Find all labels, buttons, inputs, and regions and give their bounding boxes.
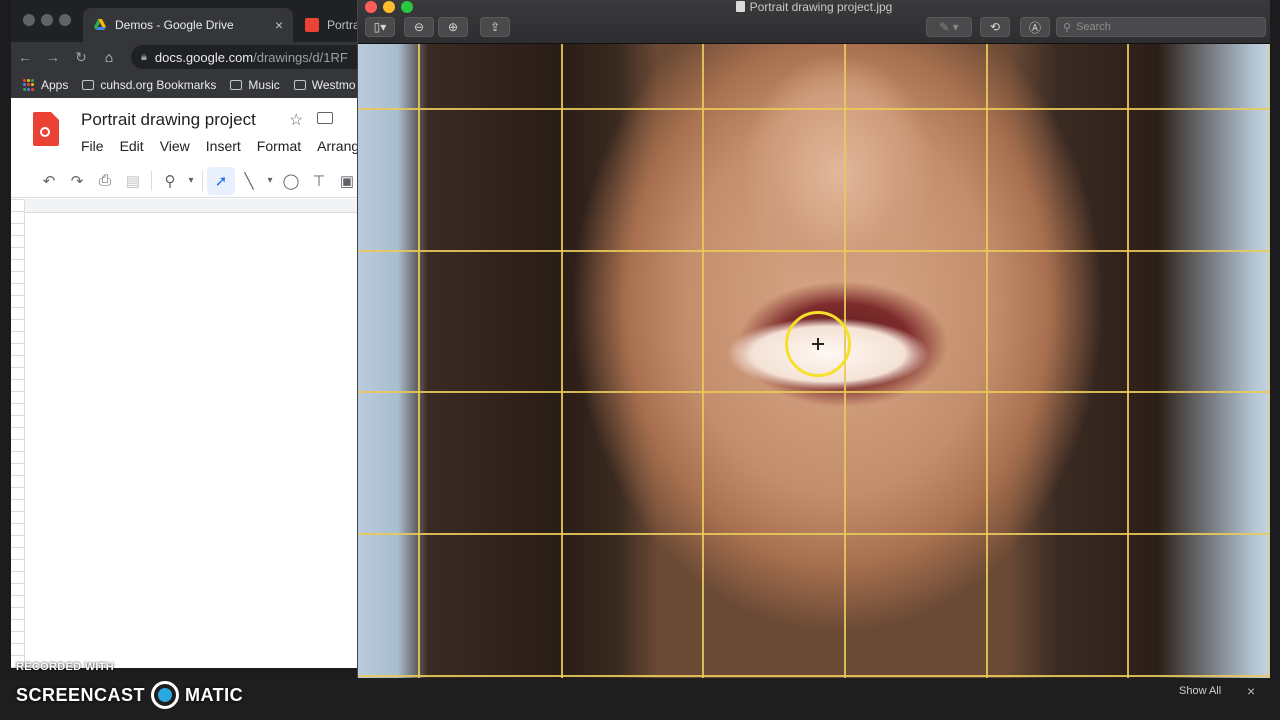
line-tool-icon[interactable]: ╲ <box>235 167 263 195</box>
show-all-button[interactable]: Show All <box>1179 685 1221 697</box>
google-drawings-icon <box>305 18 319 32</box>
markup-pen-button[interactable]: ✎ ▾ <box>926 17 972 37</box>
bookmark-label: Apps <box>41 78 69 92</box>
home-icon[interactable]: ⌂ <box>95 49 123 65</box>
jpg-file-icon <box>735 1 745 12</box>
bookmark-label: Music <box>248 78 280 92</box>
close-icon[interactable]: × <box>1247 683 1255 699</box>
preview-filename: Portrait drawing project.jpg <box>749 0 893 14</box>
undo-icon[interactable]: ↶ <box>35 167 63 195</box>
bookmark-apps[interactable]: Apps <box>23 78 68 92</box>
markup-toolbar-button[interactable]: Ⓐ <box>1020 17 1050 37</box>
google-drawings-logo[interactable] <box>33 112 59 146</box>
portrait-photo[interactable] <box>358 44 1270 678</box>
url-path: /drawings/d/1RF <box>253 49 348 65</box>
watermark-recorded-with: RECORDED WITH <box>16 661 115 673</box>
folder-icon <box>230 80 243 90</box>
toolbar-divider <box>202 170 203 191</box>
screencast-o-matic-watermark: SCREENCAST MATIC <box>16 681 243 709</box>
document-title[interactable]: Portrait drawing project <box>81 110 256 130</box>
share-button[interactable]: ⇪ <box>480 17 510 37</box>
desktop: Demos - Google Drive × Portrai ← → ↻ ⌂ 🔒… <box>0 0 1280 720</box>
search-icon: ⚲ <box>1063 21 1072 34</box>
grid-line-vertical <box>1269 44 1270 678</box>
chrome-window: Demos - Google Drive × Portrai ← → ↻ ⌂ 🔒… <box>11 0 371 668</box>
url-host: docs.google.com <box>154 49 254 65</box>
grid-line-horizontal <box>358 533 1270 535</box>
grid-line-vertical <box>986 44 988 678</box>
select-pointer-icon[interactable]: ➚ <box>207 166 235 195</box>
zoom-in-button[interactable]: ⊕ <box>438 17 468 37</box>
bookmark-westmo[interactable]: Westmo <box>293 78 356 92</box>
zoom-out-button[interactable]: ⊖ <box>404 17 434 37</box>
drawing-canvas[interactable] <box>25 213 371 668</box>
close-tab-icon[interactable]: × <box>275 17 283 33</box>
reload-icon[interactable]: ↻ <box>67 49 95 66</box>
paint-format-icon[interactable]: ▤ <box>119 167 147 195</box>
zoom-icon[interactable]: ⚲ <box>156 167 184 195</box>
sidebar-toggle-button[interactable]: ▯▾ <box>365 17 395 37</box>
shape-tool-icon[interactable]: ◯ <box>277 167 305 195</box>
text-box-icon[interactable]: ⊤ <box>305 167 333 195</box>
url-field[interactable]: 🔒︎ docs.google.com /drawings/d/1RF <box>131 45 371 69</box>
watermark-text-left: SCREENCAST <box>16 684 146 705</box>
lock-icon: 🔒︎ <box>141 50 147 63</box>
forward-arrow-icon[interactable]: → <box>39 49 67 65</box>
folder-icon <box>82 80 95 90</box>
grid-line-vertical <box>1127 44 1129 678</box>
redo-icon[interactable]: ↷ <box>63 167 91 195</box>
preview-title: Portrait drawing project.jpg <box>358 0 1270 14</box>
zoom-window-dot[interactable] <box>59 14 71 26</box>
preview-toolbar: Portrait drawing project.jpg ▯▾ ⊖ ⊕ ⇪ ✎ … <box>358 0 1270 44</box>
address-bar-row: ← → ↻ ⌂ 🔒︎ docs.google.com /drawings/d/1… <box>11 42 371 72</box>
close-window-dot[interactable] <box>23 14 35 26</box>
grid-line-vertical <box>561 44 563 678</box>
horizontal-ruler <box>25 199 371 213</box>
bookmark-label: Westmo <box>311 78 356 92</box>
crosshair-cursor-icon <box>812 338 824 350</box>
bookmark-label: cuhsd.org Bookmarks <box>100 78 217 92</box>
search-field[interactable]: ⚲ Search <box>1056 17 1266 37</box>
drawing-canvas-area <box>11 199 371 668</box>
grid-line-horizontal <box>358 675 1270 677</box>
line-dropdown-icon[interactable]: ▾ <box>263 167 277 195</box>
toolbar-divider <box>151 170 152 191</box>
drawings-toolbar: ↶ ↷ ⎙ ▤ ⚲ ▾ ➚ ╲ ▾ ◯ ⊤ ▣ <box>11 164 371 198</box>
google-drive-icon <box>94 19 106 30</box>
star-icon[interactable]: ☆ <box>289 110 303 130</box>
folder-icon <box>293 80 306 90</box>
tab-label: Demos - Google Drive <box>115 18 234 32</box>
menu-file[interactable]: File <box>81 138 104 154</box>
menu-format[interactable]: Format <box>257 138 301 154</box>
move-to-folder-icon[interactable] <box>317 112 333 124</box>
vertical-ruler <box>11 199 25 668</box>
menu-bar: File Edit View Insert Format Arrange <box>81 138 367 154</box>
tab-google-drive[interactable]: Demos - Google Drive × <box>83 8 293 42</box>
menu-edit[interactable]: Edit <box>120 138 144 154</box>
screencast-logo-icon <box>151 681 180 709</box>
minimize-window-dot[interactable] <box>41 14 53 26</box>
bookmarks-bar: Apps cuhsd.org Bookmarks Music Westmo <box>11 72 371 98</box>
watermark-text-right: MATIC <box>185 684 244 705</box>
search-placeholder: Search <box>1076 21 1111 33</box>
menu-insert[interactable]: Insert <box>206 138 241 154</box>
zoom-dropdown-icon[interactable]: ▾ <box>184 167 198 195</box>
preview-window: Portrait drawing project.jpg ▯▾ ⊖ ⊕ ⇪ ✎ … <box>357 0 1270 678</box>
print-icon[interactable]: ⎙ <box>91 167 119 195</box>
drawings-header: Portrait drawing project ☆ File Edit Vie… <box>11 98 371 162</box>
tab-strip: Demos - Google Drive × Portrai <box>11 0 371 42</box>
grid-line-horizontal <box>358 108 1270 110</box>
grid-line-horizontal <box>358 250 1270 252</box>
rotate-button[interactable]: ⟲ <box>980 17 1010 37</box>
grid-line-vertical <box>702 44 704 678</box>
grid-line-horizontal <box>358 391 1270 393</box>
bookmark-music[interactable]: Music <box>230 78 280 92</box>
bookmark-cuhsd[interactable]: cuhsd.org Bookmarks <box>82 78 216 92</box>
menu-view[interactable]: View <box>160 138 190 154</box>
back-arrow-icon[interactable]: ← <box>11 49 39 65</box>
grid-line-vertical <box>418 44 420 678</box>
apps-grid-icon <box>23 79 35 91</box>
